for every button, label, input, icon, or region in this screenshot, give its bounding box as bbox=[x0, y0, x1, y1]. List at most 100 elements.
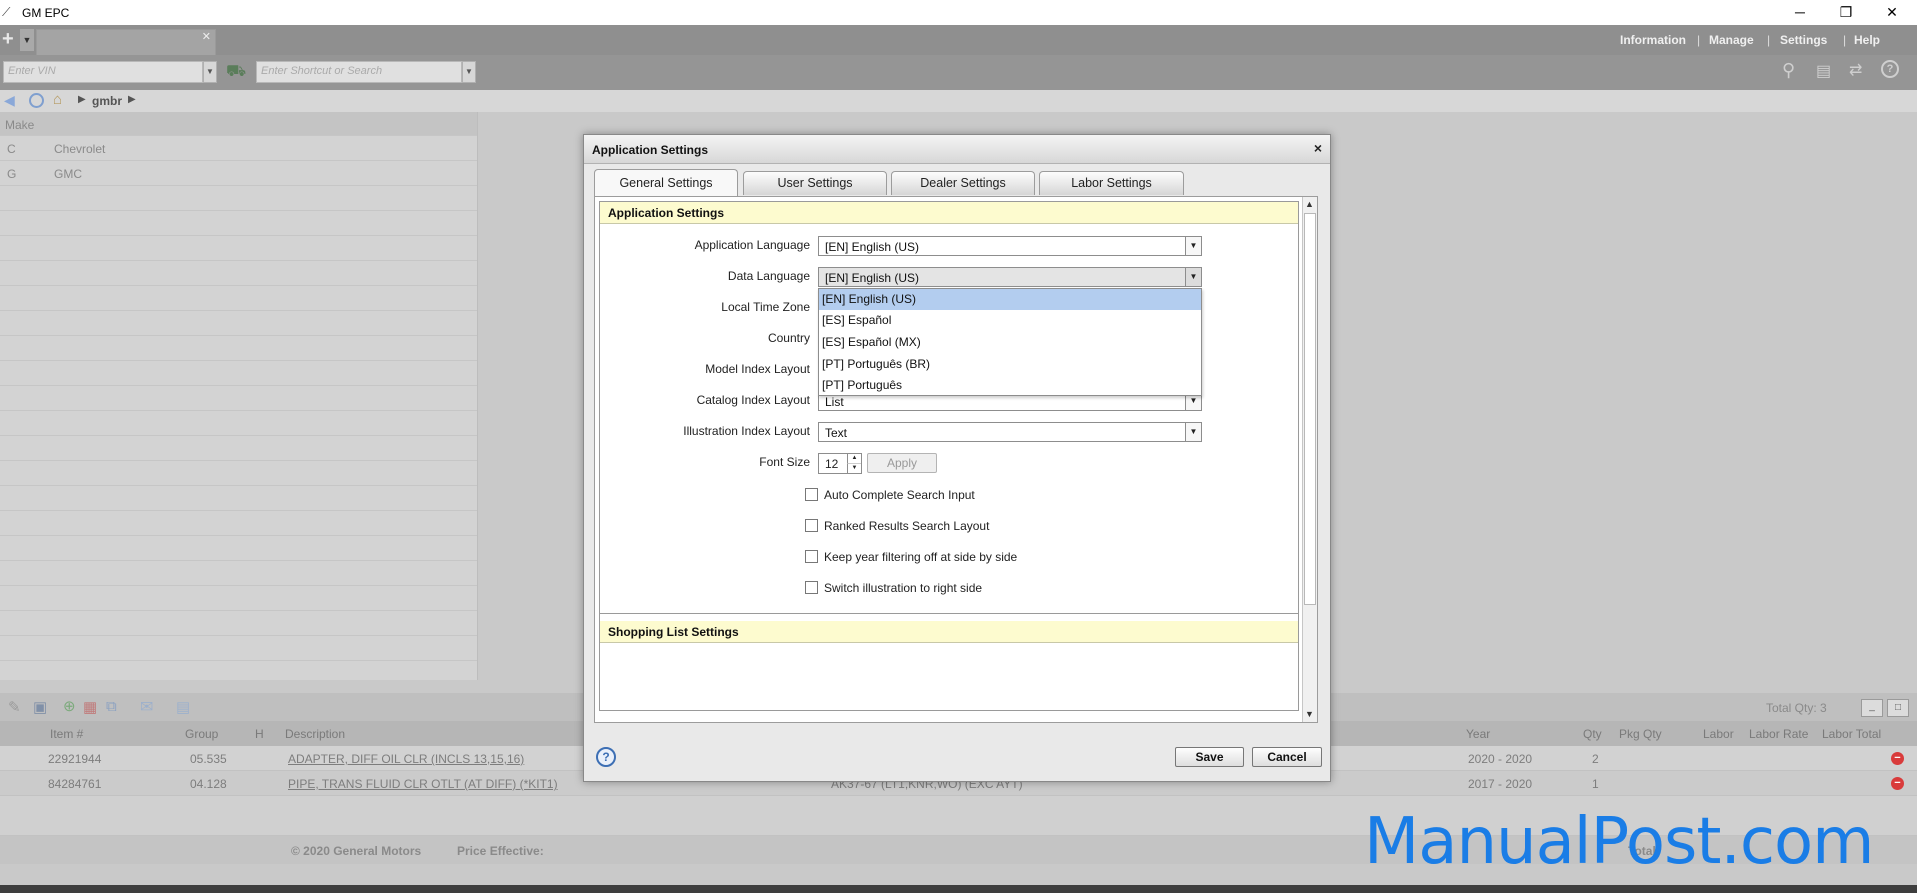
year-filtering-checkbox[interactable] bbox=[805, 550, 818, 563]
chevron-down-icon[interactable]: ▼ bbox=[1185, 423, 1201, 441]
make-list-header: Make bbox=[0, 112, 477, 136]
col-description[interactable]: Description bbox=[285, 727, 345, 741]
apply-font-button[interactable]: Apply bbox=[867, 453, 937, 473]
copy-icon[interactable]: ⧉ bbox=[106, 698, 117, 715]
empty-row bbox=[0, 286, 477, 311]
document-icon[interactable]: ▤ bbox=[176, 698, 190, 716]
sync-icon[interactable]: ⇄ bbox=[1849, 60, 1862, 80]
chevron-down-icon[interactable]: ▼ bbox=[1185, 237, 1201, 255]
scroll-thumb[interactable] bbox=[1304, 213, 1316, 605]
history-icon[interactable] bbox=[29, 93, 44, 108]
help-icon[interactable]: ? bbox=[1881, 60, 1899, 78]
col-year[interactable]: Year bbox=[1466, 727, 1490, 741]
add-icon[interactable]: ⊕ bbox=[63, 697, 76, 715]
watermark-text: ManualPost.com bbox=[1364, 805, 1874, 879]
cell-item: 22921944 bbox=[48, 752, 102, 766]
make-name: Chevrolet bbox=[54, 142, 106, 156]
menu-help[interactable]: Help bbox=[1854, 33, 1880, 47]
dropdown-option[interactable]: [ES] Español (MX) bbox=[819, 332, 1201, 353]
dialog-titlebar: Application Settings × bbox=[584, 135, 1330, 164]
cell-description-link[interactable]: PIPE, TRANS FLUID CLR OTLT (AT DIFF) (*K… bbox=[288, 777, 558, 791]
chevron-down-icon[interactable]: ▼ bbox=[1185, 268, 1201, 286]
breadcrumb-item[interactable]: gmbr bbox=[92, 94, 122, 108]
search-icon[interactable]: ⚲ bbox=[1782, 60, 1795, 81]
font-size-value: 12 bbox=[825, 457, 839, 471]
menu-settings[interactable]: Settings bbox=[1780, 33, 1827, 47]
menu-manage[interactable]: Manage bbox=[1709, 33, 1754, 47]
tab-menu-dropdown[interactable]: ▼ bbox=[20, 29, 34, 51]
clipboard-icon[interactable]: ▦ bbox=[83, 698, 97, 716]
empty-row bbox=[0, 186, 477, 211]
menu-information[interactable]: Information bbox=[1620, 33, 1686, 47]
vehicle-icon[interactable]: ⛟ bbox=[226, 62, 246, 82]
cancel-button[interactable]: Cancel bbox=[1252, 747, 1322, 767]
vin-input[interactable]: Enter VIN bbox=[3, 61, 203, 83]
col-group[interactable]: Group bbox=[185, 727, 218, 741]
dialog-close-button[interactable]: × bbox=[1314, 140, 1322, 156]
vin-dropdown-button[interactable]: ▼ bbox=[203, 61, 217, 83]
close-window-button[interactable]: ✕ bbox=[1869, 0, 1915, 25]
col-labor-rate[interactable]: Labor Rate bbox=[1749, 727, 1808, 741]
dropdown-option[interactable]: [PT] Português bbox=[819, 375, 1201, 396]
empty-row bbox=[0, 261, 477, 286]
minimize-button[interactable]: ─ bbox=[1777, 0, 1823, 25]
col-pkg-qty[interactable]: Pkg Qty bbox=[1619, 727, 1662, 741]
col-labor[interactable]: Labor bbox=[1703, 727, 1734, 741]
font-size-stepper[interactable]: 12 ▲ ▼ bbox=[818, 453, 862, 474]
restore-button[interactable]: ❐ bbox=[1823, 0, 1869, 25]
minimize-panel-button[interactable]: _ bbox=[1861, 699, 1883, 717]
home-icon[interactable]: ⌂ bbox=[53, 91, 62, 108]
empty-row bbox=[0, 336, 477, 361]
switch-illustration-checkbox[interactable] bbox=[805, 581, 818, 594]
breadcrumb-arrow-icon: ▶ bbox=[78, 94, 86, 105]
model-index-label: Model Index Layout bbox=[705, 362, 810, 376]
scroll-up-icon[interactable]: ▲ bbox=[1305, 199, 1314, 209]
tab-general-settings[interactable]: General Settings bbox=[594, 169, 738, 197]
dropdown-option[interactable]: [EN] English (US) bbox=[819, 289, 1201, 310]
catalog-icon[interactable]: ▤ bbox=[1816, 61, 1831, 81]
edit-icon[interactable]: ✎ bbox=[8, 698, 21, 716]
save-button[interactable]: Save bbox=[1175, 747, 1244, 767]
remove-item-icon[interactable]: − bbox=[1891, 752, 1904, 765]
cell-description-link[interactable]: ADAPTER, DIFF OIL CLR (INCLS 13,15,16) bbox=[288, 752, 524, 766]
tab-user-settings[interactable]: User Settings bbox=[743, 171, 887, 195]
data-language-select[interactable]: [EN] English (US) ▼ bbox=[818, 267, 1202, 287]
illustration-index-select[interactable]: Text ▼ bbox=[818, 422, 1202, 442]
remove-item-icon[interactable]: − bbox=[1891, 777, 1904, 790]
make-row[interactable]: G GMC bbox=[0, 161, 477, 186]
email-icon[interactable]: ✉ bbox=[140, 697, 153, 717]
switch-illustration-label: Switch illustration to right side bbox=[824, 581, 983, 595]
shortcut-search-input[interactable]: Enter Shortcut or Search bbox=[256, 61, 462, 83]
data-language-label: Data Language bbox=[727, 269, 810, 283]
ranked-results-checkbox[interactable] bbox=[805, 519, 818, 532]
dropdown-option[interactable]: [PT] Português (BR) bbox=[819, 354, 1201, 375]
col-h[interactable]: H bbox=[255, 727, 264, 741]
save-list-icon[interactable]: ▣ bbox=[33, 698, 47, 716]
help-icon[interactable]: ? bbox=[596, 747, 616, 767]
maximize-panel-button[interactable]: □ bbox=[1887, 699, 1909, 717]
search-dropdown-button[interactable]: ▼ bbox=[462, 61, 476, 83]
app-language-select[interactable]: [EN] English (US) ▼ bbox=[818, 236, 1202, 256]
scroll-down-icon[interactable]: ▼ bbox=[1305, 709, 1314, 719]
col-qty[interactable]: Qty bbox=[1583, 727, 1602, 741]
col-item[interactable]: Item # bbox=[50, 727, 83, 741]
font-size-label: Font Size bbox=[759, 455, 810, 469]
stepper-down-icon[interactable]: ▼ bbox=[847, 464, 861, 473]
illustration-index-value: Text bbox=[825, 426, 848, 440]
stepper-up-icon[interactable]: ▲ bbox=[847, 454, 861, 464]
close-tab-icon[interactable]: ✕ bbox=[202, 30, 211, 43]
active-tab[interactable]: ✕ bbox=[36, 29, 216, 55]
make-row[interactable]: C Chevrolet bbox=[0, 136, 477, 161]
cell-qty: 2 bbox=[1592, 752, 1599, 766]
vertical-scrollbar[interactable]: ▲ ▼ bbox=[1302, 197, 1317, 722]
back-arrow-icon[interactable]: ◀ bbox=[4, 92, 15, 109]
make-code: G bbox=[7, 167, 17, 181]
empty-row bbox=[0, 461, 477, 486]
catalog-index-value: List bbox=[825, 395, 844, 409]
add-tab-icon[interactable]: + bbox=[2, 28, 14, 51]
tab-dealer-settings[interactable]: Dealer Settings bbox=[891, 171, 1035, 195]
auto-complete-checkbox[interactable] bbox=[805, 488, 818, 501]
dropdown-option[interactable]: [ES] Español bbox=[819, 310, 1201, 331]
tab-labor-settings[interactable]: Labor Settings bbox=[1039, 171, 1184, 195]
col-labor-total[interactable]: Labor Total bbox=[1822, 727, 1881, 741]
